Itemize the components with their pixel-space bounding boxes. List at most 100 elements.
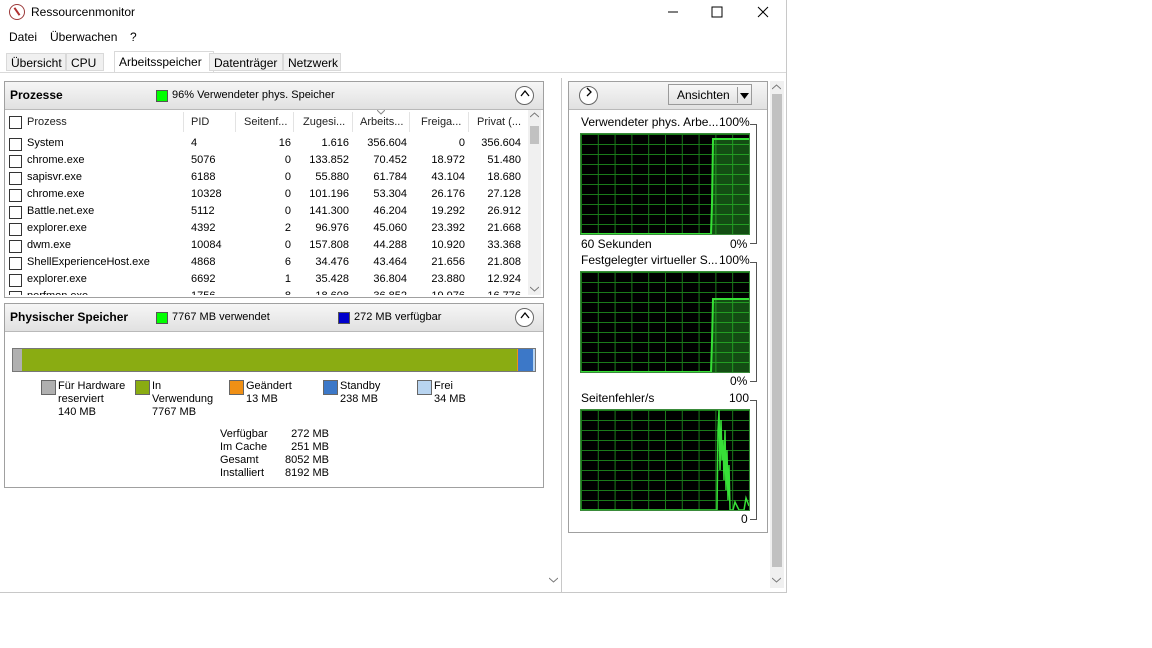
legend-color-swatch (417, 380, 432, 395)
process-pid: 5076 (191, 154, 216, 166)
tab-cpu[interactable]: CPU (66, 53, 104, 71)
process-commit: 34.476 (315, 256, 349, 268)
processes-scroll-thumb[interactable] (530, 126, 539, 144)
process-name: chrome.exe (27, 188, 85, 200)
process-private: 12.924 (487, 273, 521, 285)
maximize-button[interactable] (694, 0, 740, 26)
process-pid: 10328 (191, 188, 222, 200)
process-working-set: 36.804 (373, 273, 407, 285)
process-working-set: 53.304 (373, 188, 407, 200)
graph2-virtual-memory (580, 271, 750, 373)
memory-stat-value: 272 MB (291, 428, 329, 440)
legend-color-swatch (41, 380, 56, 395)
process-page-faults: 0 (284, 205, 291, 217)
scroll-down-icon[interactable] (530, 286, 539, 292)
process-name: explorer.exe (27, 273, 87, 285)
legend-label: Verwendung (152, 393, 214, 405)
expand-graphs-button[interactable] (579, 86, 598, 105)
graph1-line (581, 138, 749, 234)
process-name: perfmon.exe (27, 290, 177, 295)
menu-datei[interactable]: Datei (9, 30, 37, 44)
tab-datentraeger[interactable]: Datenträger (209, 53, 283, 71)
resource-monitor-icon (9, 4, 25, 20)
process-page-faults: 0 (284, 171, 291, 183)
process-list: System 4 16 1.616 356.604 0 356.604 chrome.exe 5… (5, 82, 527, 295)
process-checkbox[interactable] (9, 291, 22, 295)
graph1-frame (750, 124, 757, 244)
memory-stat-value: 251 MB (291, 441, 329, 453)
process-checkbox[interactable] (9, 155, 22, 168)
process-shareable: 23.392 (431, 222, 465, 234)
graph3-min-label: 0 (741, 512, 748, 526)
process-working-set: 46.204 (373, 205, 407, 217)
scroll-up-icon[interactable] (772, 84, 781, 90)
memory-usage-bar (12, 348, 536, 372)
graph1-max-label: 100% (719, 115, 750, 129)
process-page-faults: 2 (284, 222, 291, 234)
process-shareable: 19.976 (413, 290, 465, 295)
process-page-faults: 0 (284, 154, 291, 166)
process-checkbox[interactable] (9, 240, 22, 253)
graph3-frame (750, 400, 757, 520)
legend-value: 13 MB (246, 393, 278, 405)
graphs-scroll-thumb[interactable] (772, 94, 782, 567)
physical-memory-header[interactable]: Physischer Speicher 7767 MB verwendet 27… (5, 304, 543, 332)
views-button-divider (737, 87, 738, 103)
legend-value: 140 MB (58, 406, 96, 418)
process-page-faults: 0 (284, 188, 291, 200)
menu-help[interactable]: ? (130, 30, 137, 44)
graph1-min-label: 0% (730, 237, 748, 251)
tab-netzwerk[interactable]: Netzwerk (283, 53, 341, 71)
menu-ueberwachen[interactable]: Überwachen (50, 30, 117, 44)
process-name: sapisvr.exe (27, 171, 83, 183)
tab-bar: Übersicht CPU Arbeitsspeicher Datenträge… (6, 51, 786, 73)
process-shareable: 19.292 (431, 205, 465, 217)
used-memory-text: 7767 MB verwendet (172, 311, 270, 323)
process-checkbox[interactable] (9, 138, 22, 151)
legend-value: 34 MB (434, 393, 466, 405)
process-pid: 4 (191, 137, 198, 149)
process-pid: 4868 (191, 256, 216, 268)
process-pid: 1756 (191, 290, 231, 295)
process-checkbox[interactable] (9, 223, 22, 236)
memory-stat-label: Gesamt (220, 454, 259, 466)
process-pid: 5112 (191, 205, 215, 217)
process-commit: 1.616 (321, 137, 349, 149)
processes-scrollbar[interactable] (528, 110, 541, 295)
process-name: ShellExperienceHost.exe (27, 256, 150, 268)
tab-arbeitsspeicher[interactable]: Arbeitsspeicher (114, 51, 214, 73)
minimize-button[interactable] (650, 0, 696, 26)
legend-label: Frei (434, 380, 453, 392)
physical-memory-collapse-button[interactable] (515, 308, 534, 327)
process-private: 51.480 (487, 154, 521, 166)
process-page-faults: 0 (284, 239, 291, 251)
close-button[interactable] (740, 0, 786, 26)
scroll-down-icon[interactable] (549, 577, 558, 583)
used-memory-indicator (156, 312, 168, 324)
graphs-scrollbar[interactable] (770, 81, 784, 588)
scroll-down-icon[interactable] (772, 577, 781, 583)
available-memory-text: 272 MB verfügbar (354, 311, 442, 323)
process-checkbox[interactable] (9, 172, 22, 185)
chevron-up-icon (519, 311, 530, 319)
process-checkbox[interactable] (9, 206, 22, 219)
process-checkbox[interactable] (9, 274, 22, 287)
process-working-set: 43.464 (373, 256, 407, 268)
process-checkbox[interactable] (9, 257, 22, 270)
process-commit: 35.428 (315, 273, 349, 285)
process-working-set: 36.852 (355, 290, 407, 295)
process-private: 16.776 (471, 290, 521, 295)
process-name: dwm.exe (27, 239, 72, 251)
process-commit: 157.808 (309, 239, 349, 251)
views-button[interactable]: Ansichten (668, 84, 752, 105)
process-working-set: 61.784 (373, 171, 407, 183)
process-commit: 101.196 (309, 188, 349, 200)
process-checkbox[interactable] (9, 189, 22, 202)
scroll-up-icon[interactable] (530, 112, 539, 118)
graphs-toolbar: Ansichten (569, 82, 767, 110)
legend-label: In (152, 380, 162, 392)
memory-stat-label: Installiert (220, 467, 265, 479)
graph2-min-label: 0% (730, 374, 748, 388)
window-title: Ressourcenmonitor (31, 5, 136, 19)
tab-uebersicht[interactable]: Übersicht (6, 53, 66, 71)
